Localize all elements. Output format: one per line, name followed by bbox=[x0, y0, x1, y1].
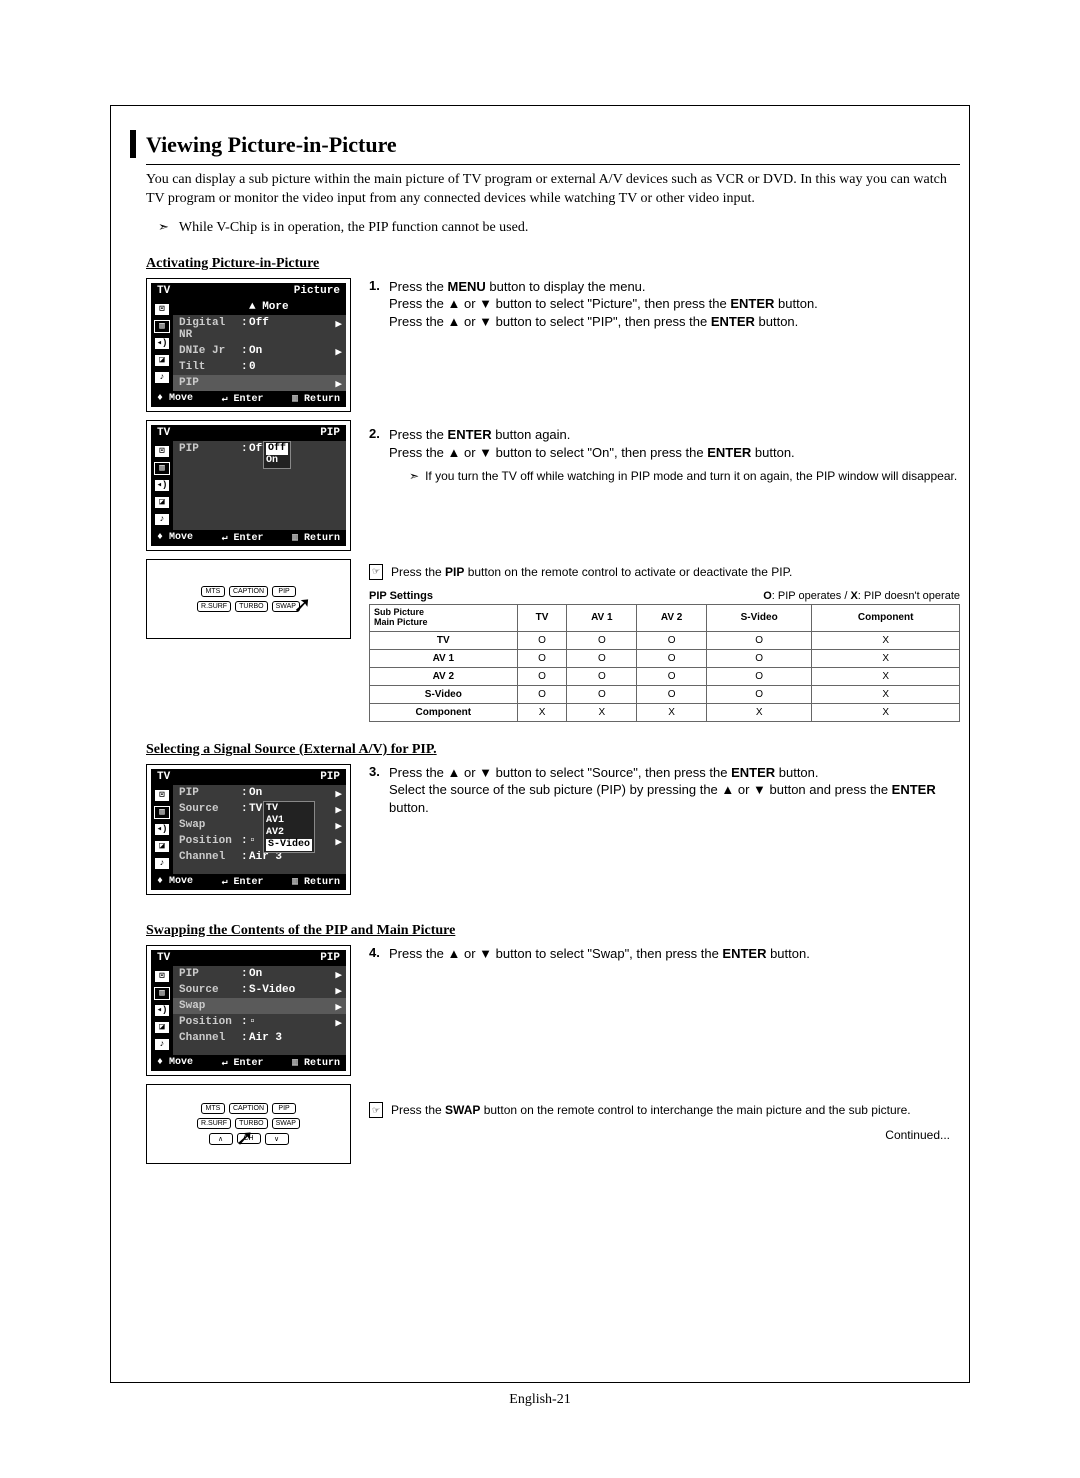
pip-settings-label: PIP Settings bbox=[369, 590, 433, 602]
page-title: Viewing Picture-in-Picture bbox=[146, 130, 397, 158]
remote-note-pip-text: Press the PIP button on the remote contr… bbox=[391, 564, 792, 580]
step-2-num: 2. bbox=[369, 426, 389, 483]
remote-diagram-1: MTSCAPTIONPIPR.SURFTURBOSWAP➚ bbox=[146, 559, 351, 639]
title-bar: Viewing Picture-in-Picture bbox=[130, 130, 960, 158]
pip-settings-header: PIP Settings O: PIP operates / X: PIP do… bbox=[369, 590, 960, 602]
subhead-activating: Activating Picture-in-Picture bbox=[146, 256, 960, 272]
remote-icon-2: ☞ bbox=[369, 1102, 383, 1118]
osd-swap-menu: TVPIP⊡▥◂)◪♪PIP:On▶Source:S-Video▶Swap▶Po… bbox=[146, 945, 351, 1076]
remote-icon: ☞ bbox=[369, 564, 383, 580]
remote-note-pip: ☞ Press the PIP button on the remote con… bbox=[369, 564, 960, 580]
subhead-selecting-dot: . bbox=[433, 742, 437, 757]
step-3-body: Press the ▲ or ▼ button to select "Sourc… bbox=[389, 764, 960, 817]
vchip-note: While V-Chip is in operation, the PIP fu… bbox=[158, 219, 960, 236]
step-4: 4. Press the ▲ or ▼ button to select "Sw… bbox=[369, 945, 960, 963]
step-3: 3. Press the ▲ or ▼ button to select "So… bbox=[369, 764, 960, 817]
step-1-num: 1. bbox=[369, 278, 389, 331]
step-4-body: Press the ▲ or ▼ button to select "Swap"… bbox=[389, 945, 810, 963]
remote-diagram-2: MTSCAPTIONPIPR.SURFTURBOSWAP∧CH∨➚ bbox=[146, 1084, 351, 1164]
subhead-swapping: Swapping the Contents of the PIP and Mai… bbox=[146, 923, 960, 939]
osd-pip-onoff: TVPIP⊡▥◂)◪♪PIP:OffOffOn ♦ Move↵ Enter▥ R… bbox=[146, 420, 351, 551]
subhead-selecting: Selecting a Signal Source (External A/V)… bbox=[146, 742, 960, 758]
remote-note-swap: ☞ Press the SWAP button on the remote co… bbox=[369, 1102, 960, 1118]
step-3-num: 3. bbox=[369, 764, 389, 817]
continued-label: Continued... bbox=[369, 1128, 950, 1142]
step-2: 2. Press the ENTER button again.Press th… bbox=[369, 426, 960, 483]
pip-settings-legend: O: PIP operates / X: PIP doesn't operate bbox=[763, 590, 960, 602]
step-4-num: 4. bbox=[369, 945, 389, 963]
remote-note-swap-text: Press the SWAP button on the remote cont… bbox=[391, 1102, 911, 1118]
step-1-body: Press the MENU button to display the men… bbox=[389, 278, 818, 331]
pip-settings-table: Sub PictureMain PictureTVAV 1AV 2S-Video… bbox=[369, 604, 960, 722]
page-number: English-21 bbox=[0, 1392, 1080, 1408]
osd-picture-menu: TVPicture⊡▥◂)◪♪▲ MoreDigital NR:Off▶DNIe… bbox=[146, 278, 351, 412]
title-accent bbox=[130, 130, 136, 158]
osd-source-menu: TVPIP⊡▥◂)◪♪PIP:On▶Source:TV▶TVAV1AV2S-Vi… bbox=[146, 764, 351, 895]
subhead-selecting-text: Selecting a Signal Source (External A/V)… bbox=[146, 742, 433, 757]
step-1: 1. Press the MENU button to display the … bbox=[369, 278, 960, 331]
intro-text: You can display a sub picture within the… bbox=[146, 164, 960, 209]
step-2-body: Press the ENTER button again.Press the ▲… bbox=[389, 426, 957, 483]
